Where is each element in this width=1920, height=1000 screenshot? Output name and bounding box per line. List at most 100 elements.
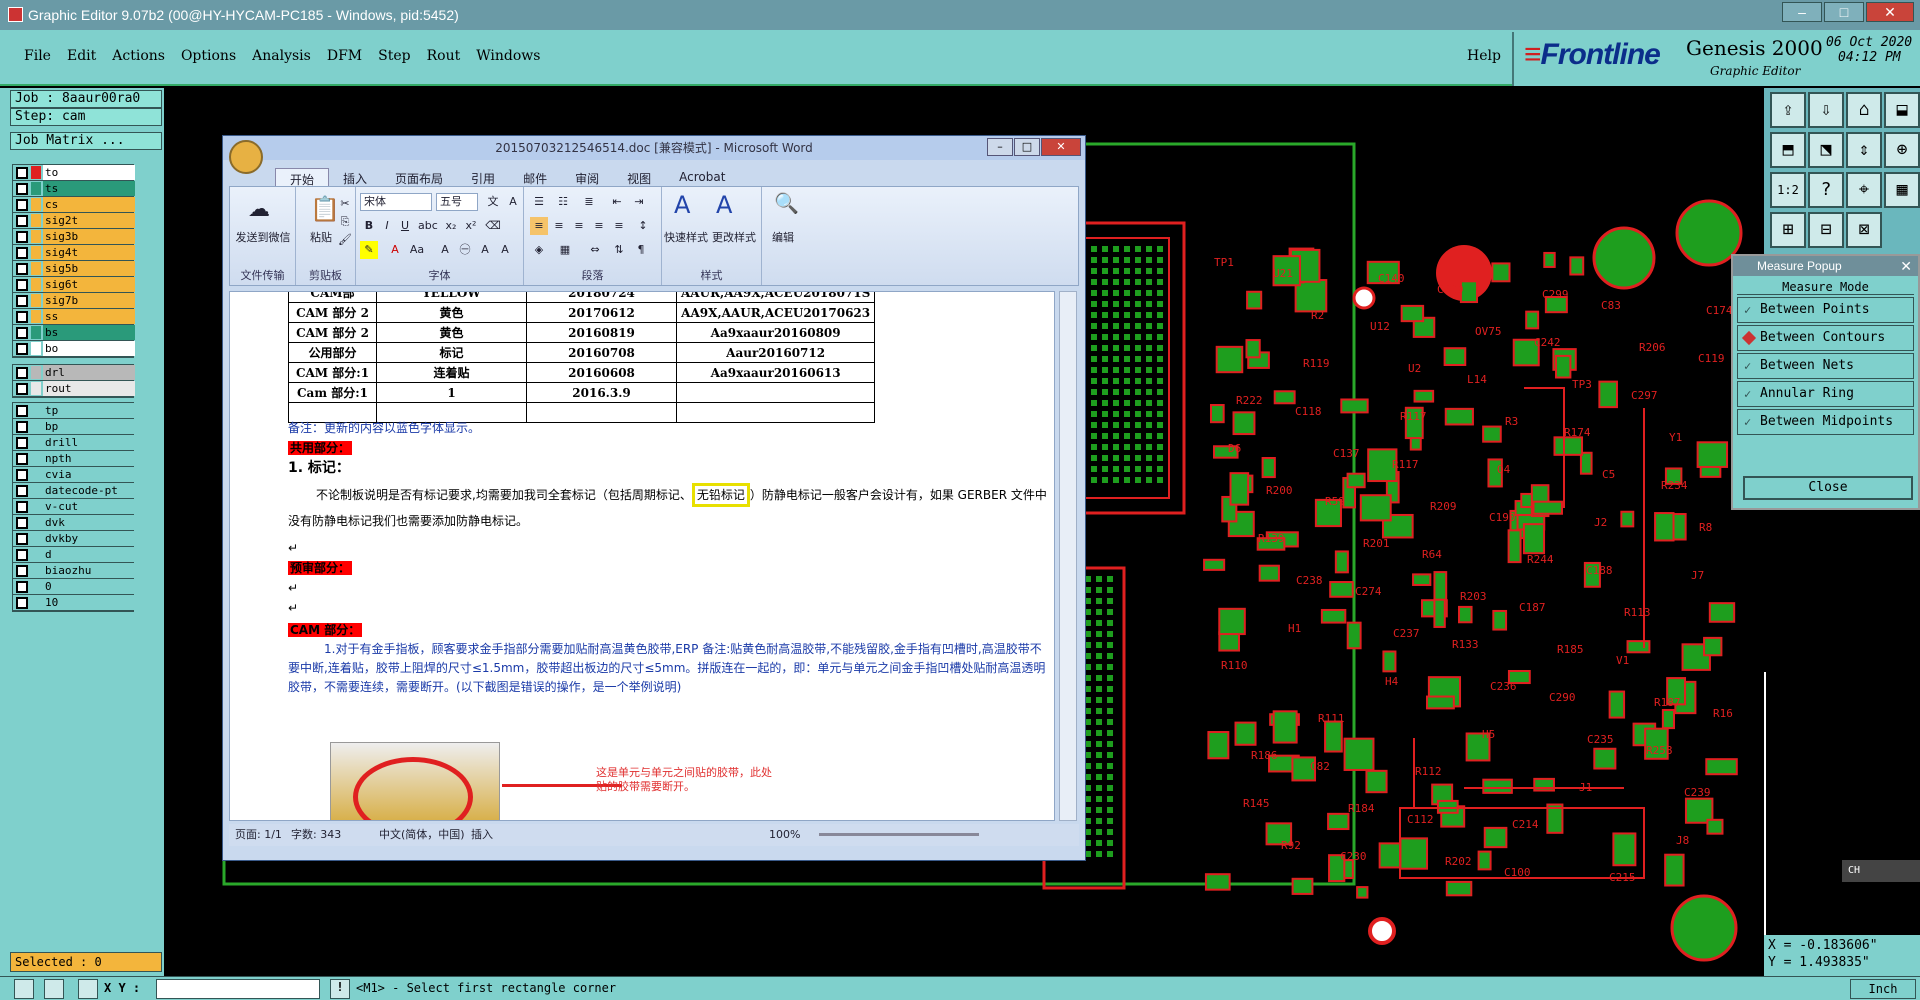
sort-icon[interactable]: ⇅ (610, 241, 628, 259)
layer-checkbox[interactable] (16, 516, 28, 529)
layer-row[interactable]: d (13, 547, 135, 563)
layer-name[interactable]: biaozhu (43, 563, 135, 578)
multilevel-list-icon[interactable]: ≣ (580, 193, 598, 211)
paste-button[interactable]: 粘贴 (310, 229, 332, 245)
quick-style-button[interactable]: 快速样式 (664, 229, 708, 245)
layer-checkbox[interactable] (16, 198, 28, 211)
tool-button[interactable]: ⊟ (1808, 212, 1844, 248)
minimize-button[interactable]: – (1782, 2, 1822, 22)
send-to-wechat-button[interactable]: 发送到微信 (232, 229, 294, 245)
layer-name[interactable]: drill (43, 435, 135, 450)
layer-name[interactable]: bp (43, 419, 135, 434)
layer-checkbox[interactable] (16, 484, 28, 497)
document-page[interactable]: CAM部 YELLOW 20180724 AAUR,AA9X,ACEU2018071S… (229, 291, 1055, 821)
layer-row[interactable]: drill (13, 435, 135, 451)
layer-checkbox[interactable] (16, 230, 28, 243)
word-minimize-button[interactable]: – (987, 138, 1013, 156)
layer-checkbox[interactable] (16, 342, 28, 355)
layer-name[interactable]: sig7b (43, 293, 135, 308)
measure-option[interactable]: ✓ Between Points (1737, 297, 1914, 323)
align-center-button[interactable]: ≡ (550, 217, 568, 235)
subscript-button[interactable]: x₂ (442, 217, 460, 235)
layer-checkbox[interactable] (16, 166, 28, 179)
warning-icon[interactable]: ! (330, 979, 350, 999)
layer-row[interactable]: cvia (13, 467, 135, 483)
tool-button[interactable]: ⊠ (1846, 212, 1882, 248)
layer-checkbox[interactable] (16, 246, 28, 259)
menu-rout[interactable]: Rout (427, 48, 461, 64)
italic-button[interactable]: I (378, 217, 396, 235)
layer-checkbox[interactable] (16, 262, 28, 275)
layer-name[interactable]: sig4t (43, 245, 135, 260)
layer-name[interactable]: ts (43, 181, 135, 196)
tool-button[interactable]: 1:2 (1770, 172, 1806, 208)
tool-button[interactable]: ⊕ (1884, 132, 1920, 168)
grid-mode-icon[interactable] (78, 979, 98, 999)
shrink-font-icon[interactable]: A (496, 241, 514, 259)
layer-row[interactable]: bp (13, 419, 135, 435)
input-method-widget[interactable]: CH (1842, 860, 1920, 882)
layer-row[interactable]: v-cut (13, 499, 135, 515)
layer-row[interactable]: sig4t (13, 245, 135, 261)
font-color-button[interactable]: A (386, 241, 404, 259)
word-maximize-button[interactable]: □ (1014, 138, 1040, 156)
menu-step[interactable]: Step (378, 48, 410, 64)
layer-name[interactable]: npth (43, 451, 135, 466)
xy-input[interactable] (156, 979, 320, 999)
menu-dfm[interactable]: DFM (327, 48, 362, 64)
layer-row[interactable]: sig5b (13, 261, 135, 277)
status-insert-mode[interactable]: 插入 (471, 824, 493, 846)
tool-button[interactable]: ▦ (1884, 172, 1920, 208)
layer-row[interactable]: ss (13, 309, 135, 325)
menu-file[interactable]: File (24, 48, 51, 64)
tool-button[interactable]: ⬔ (1808, 132, 1844, 168)
phonetic-icon[interactable]: 文 (484, 193, 502, 211)
tool-button[interactable]: ⇩ (1808, 92, 1844, 128)
units-button[interactable]: Inch (1850, 979, 1916, 999)
bullets-icon[interactable]: ☰ (530, 193, 548, 211)
menu-analysis[interactable]: Analysis (252, 48, 311, 64)
measure-close-button[interactable]: Close (1743, 476, 1913, 500)
layer-row[interactable]: tp (13, 403, 135, 419)
layer-name[interactable]: to (43, 165, 135, 180)
tool-button[interactable]: ⬓ (1884, 92, 1920, 128)
borders-icon[interactable]: ▦ (556, 241, 574, 259)
layer-name[interactable]: v-cut (43, 499, 135, 514)
font-name-select[interactable]: 宋体 (360, 193, 432, 211)
layer-name[interactable]: sig3b (43, 229, 135, 244)
layer-checkbox[interactable] (16, 436, 28, 449)
tool-button[interactable]: ⇕ (1846, 132, 1882, 168)
change-case-button[interactable]: Aa (408, 241, 426, 259)
layer-checkbox[interactable] (16, 294, 28, 307)
menu-help[interactable]: Help (1467, 48, 1501, 64)
layer-checkbox[interactable] (16, 182, 28, 195)
layer-row[interactable]: drl (13, 365, 135, 381)
cut-icon[interactable]: ✂ (336, 195, 354, 213)
copy-icon[interactable]: ⎘ (336, 213, 354, 231)
enclose-char-icon[interactable]: ㊀ (456, 241, 474, 259)
layer-checkbox[interactable] (16, 366, 28, 379)
layer-checkbox[interactable] (16, 596, 28, 609)
layer-row[interactable]: bs (13, 325, 135, 341)
align-right-button[interactable]: ≡ (570, 217, 588, 235)
layer-name[interactable]: 0 (43, 579, 135, 594)
change-style-button[interactable]: 更改样式 (712, 229, 756, 245)
numbering-icon[interactable]: ☷ (554, 193, 572, 211)
layer-checkbox[interactable] (16, 532, 28, 545)
layer-name[interactable]: tp (43, 403, 135, 418)
layer-name[interactable]: sig5b (43, 261, 135, 276)
layer-checkbox[interactable] (16, 382, 28, 395)
measure-option[interactable]: ✓ Between Midpoints (1737, 409, 1914, 435)
layer-checkbox[interactable] (16, 468, 28, 481)
edit-button[interactable]: 编辑 (772, 229, 794, 245)
layer-name[interactable]: dvk (43, 515, 135, 530)
justify-button[interactable]: ≡ (590, 217, 608, 235)
select-mode-icon[interactable] (14, 979, 34, 999)
word-close-button[interactable]: ✕ (1041, 138, 1081, 156)
office-button[interactable] (229, 140, 263, 174)
measure-option[interactable]: ✓ Between Nets (1737, 353, 1914, 379)
layer-row[interactable]: sig6t (13, 277, 135, 293)
clear-format-icon[interactable]: ⌫ (484, 217, 502, 235)
maximize-button[interactable]: □ (1824, 2, 1864, 22)
layer-name[interactable]: rout (43, 381, 135, 396)
